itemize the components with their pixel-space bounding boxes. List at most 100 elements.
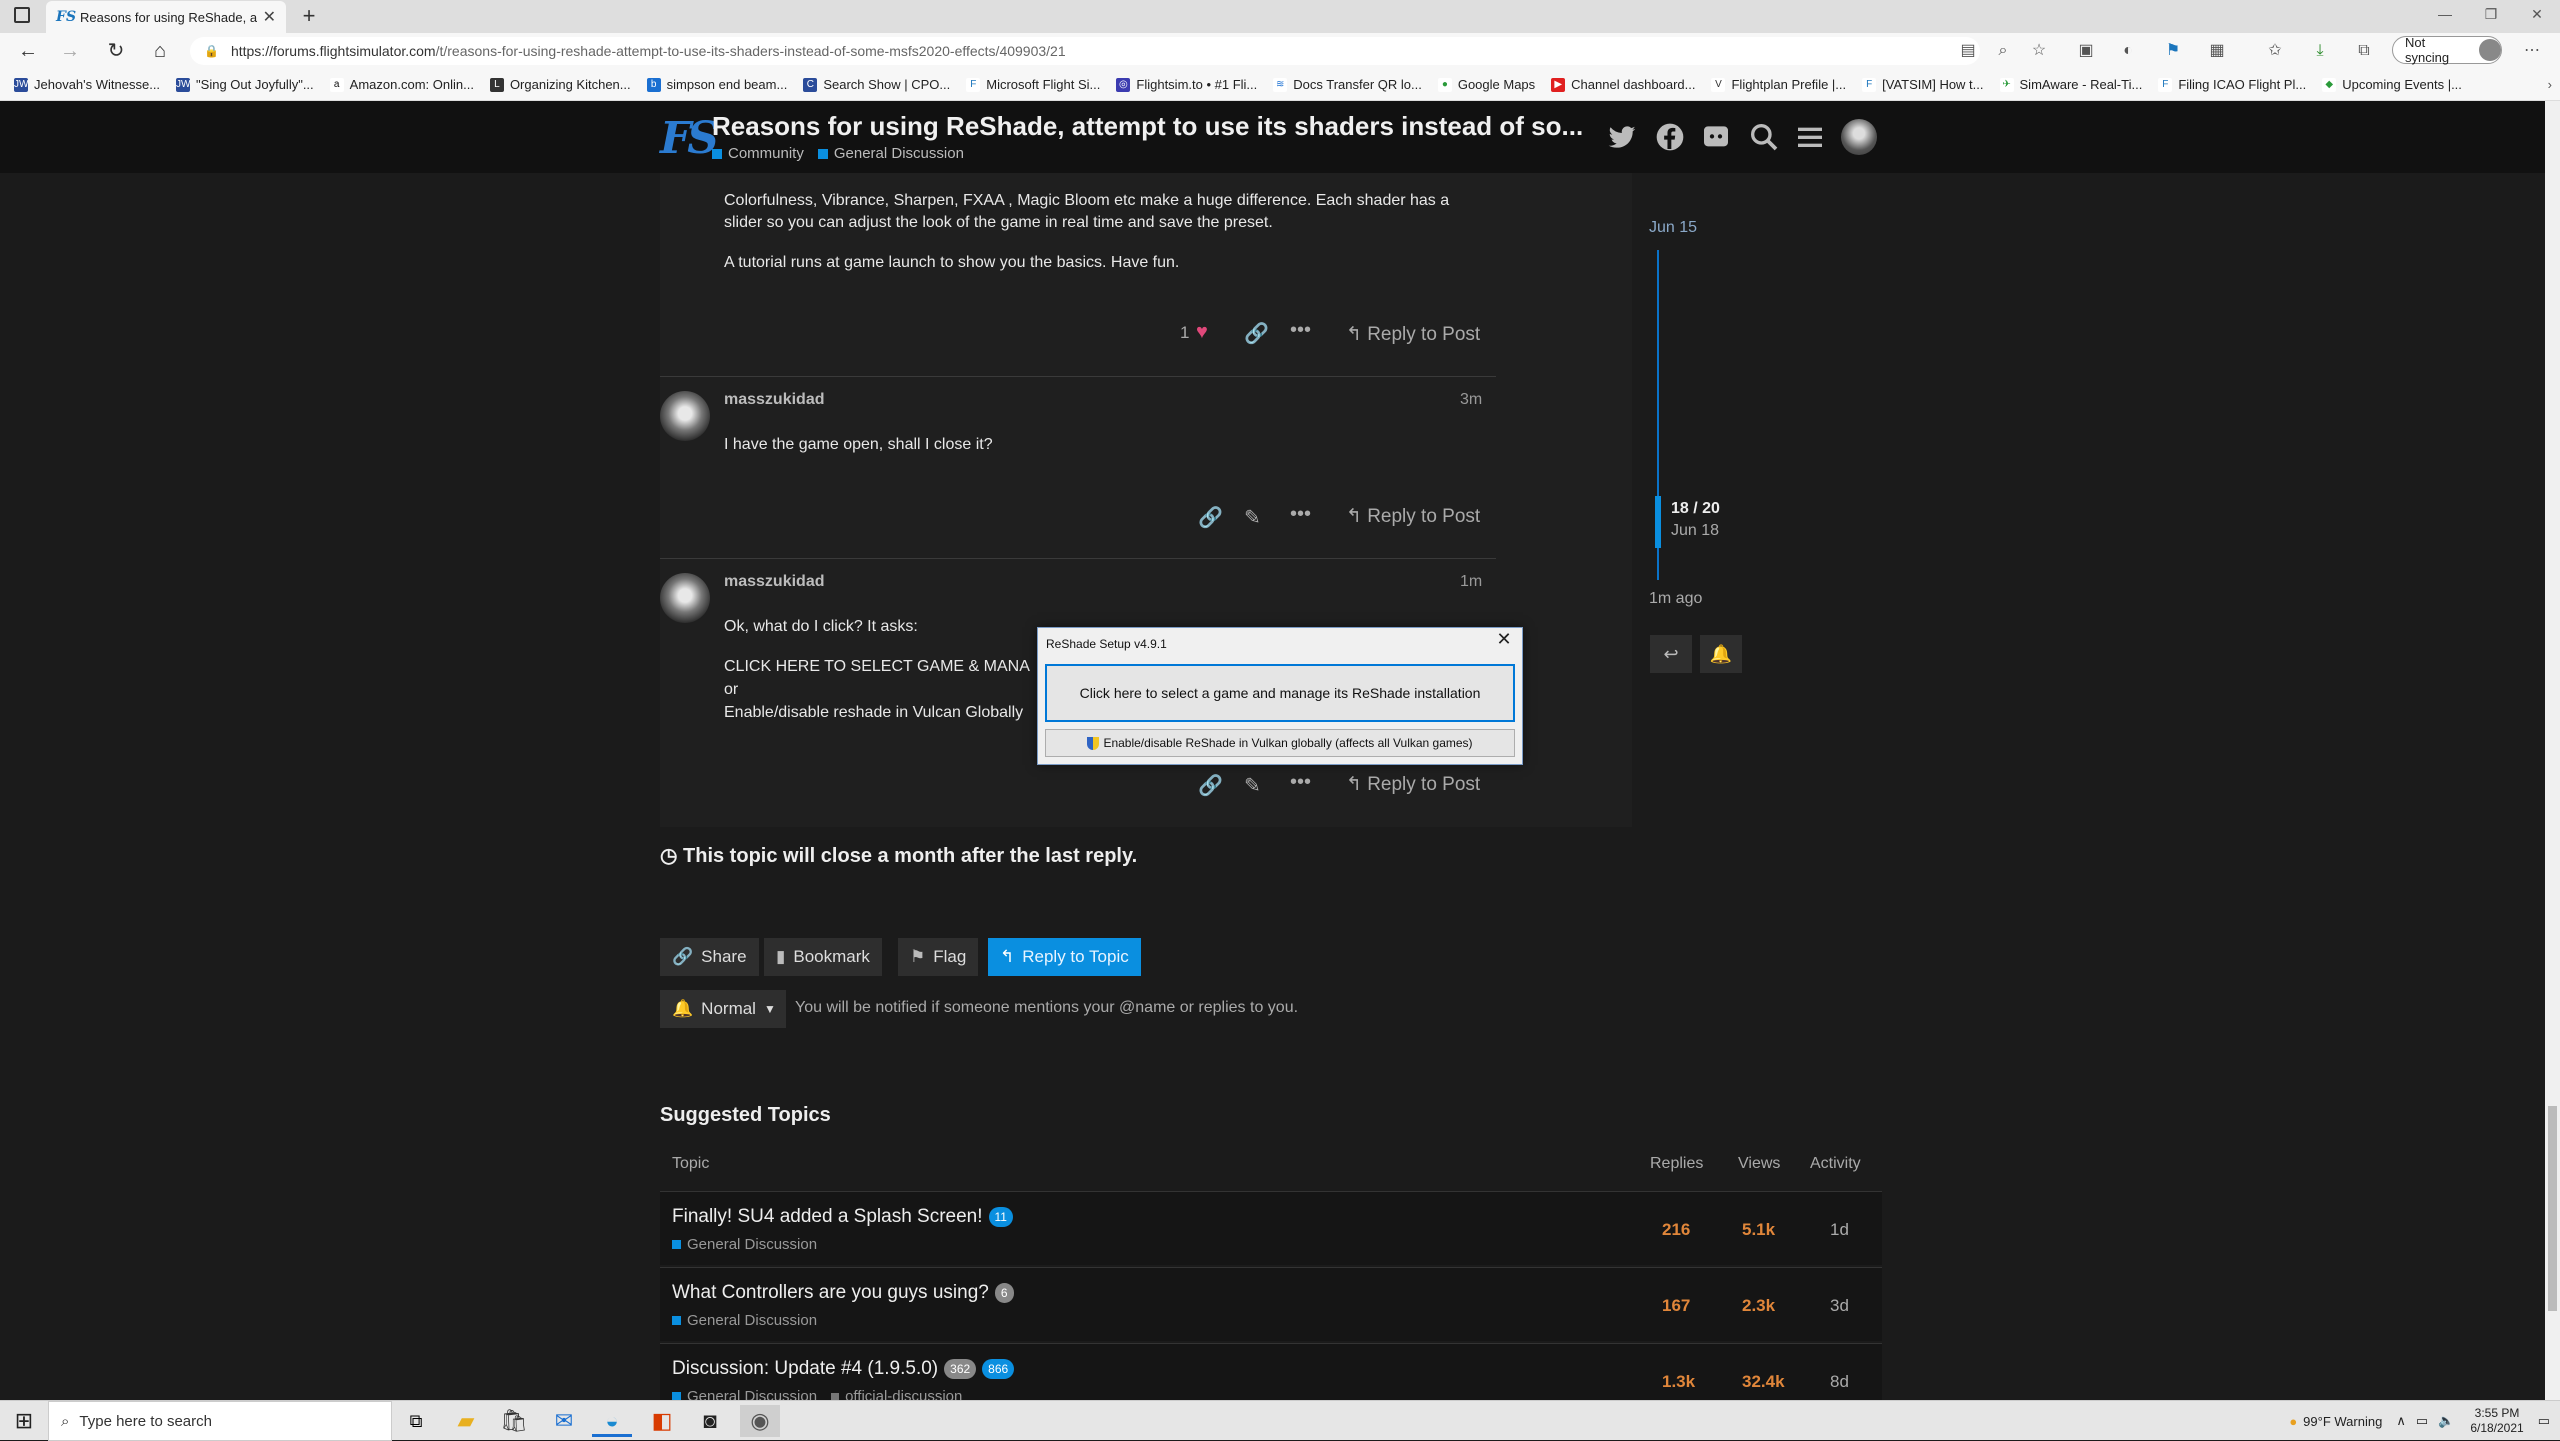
tab-actions-icon[interactable] [14,7,30,23]
user-avatar[interactable] [1841,119,1877,155]
more-actions-icon[interactable]: ••• [1290,771,1311,794]
bookmark-item[interactable]: JW "Sing Out Joyfully"... [176,77,314,92]
bookmark-item[interactable]: F Microsoft Flight Si... [966,77,1100,92]
hamburger-menu-icon[interactable] [1794,121,1826,153]
topic-link[interactable]: Finally! SU4 added a Splash Screen! [672,1206,983,1228]
discord-icon[interactable] [1700,121,1732,153]
tab-close-icon[interactable]: ✕ [263,7,276,27]
topic-title[interactable]: Reasons for using ReShade, attempt to us… [712,111,1583,142]
topic-link[interactable]: What Controllers are you guys using? [672,1282,989,1304]
bookmark-item[interactable]: a Amazon.com: Onlin... [329,77,474,92]
bookmark-item[interactable]: ✈ SimAware - Real-Ti... [1999,77,2142,92]
lock-icon[interactable]: 🔒 [204,44,219,58]
reply-to-post-button[interactable]: ↰ Reply to Post [1346,773,1480,796]
extension-icon[interactable]: ◐ [2118,41,2138,61]
restore-button[interactable]: ❐ [2468,0,2514,30]
post-avatar[interactable] [660,573,710,623]
twitter-icon[interactable] [1606,121,1638,153]
store-icon[interactable]: 🛍 [494,1405,534,1437]
topic-activity[interactable]: 1d [1830,1220,1849,1240]
collections-icon[interactable]: ⧉ [2354,41,2374,61]
flightsim-logo[interactable]: FS [660,113,719,164]
forward-button[interactable]: → [56,37,84,65]
reshade-app-icon[interactable]: ◉ [740,1405,780,1437]
facebook-icon[interactable] [1654,121,1686,153]
edit-icon[interactable]: ✎ [1244,505,1261,530]
zoom-icon[interactable]: ⌕ [1993,41,2013,61]
page-scrollbar[interactable] [2545,101,2560,1400]
downloads-icon[interactable]: ⤓ [2310,41,2330,61]
mail-icon[interactable]: ✉ [544,1405,584,1437]
network-icon[interactable]: ▭ [2416,1413,2428,1429]
topic-link[interactable]: Discussion: Update #4 (1.9.5.0) [672,1358,938,1380]
more-actions-icon[interactable]: ••• [1290,319,1311,342]
edit-icon[interactable]: ✎ [1244,773,1261,798]
search-icon[interactable] [1748,121,1780,153]
timeline-reply-button[interactable]: ↩ [1650,635,1692,673]
header-views[interactable]: Views [1738,1155,1780,1173]
post-avatar[interactable] [660,391,710,441]
topic-row[interactable]: Discussion: Update #4 (1.9.5.0) 362 866 Ge… [660,1343,1882,1400]
extension-icon[interactable]: ⚑ [2163,41,2183,61]
scrollbar-thumb[interactable] [2548,1106,2557,1311]
more-menu-icon[interactable]: ⋯ [2522,41,2542,61]
timeline-start-date[interactable]: Jun 15 [1649,219,1697,237]
bookmarks-overflow-icon[interactable]: › [2548,77,2552,92]
refresh-button[interactable]: ↻ [102,37,130,65]
reply-to-topic-button[interactable]: ↰ Reply to Topic [988,938,1141,976]
topic-row[interactable]: Finally! SU4 added a Splash Screen! 11 Ge… [660,1191,1882,1265]
topic-tag[interactable]: official-discussion [845,1388,962,1400]
bookmark-item[interactable]: ◆ Upcoming Events |... [2322,77,2462,92]
new-posts-badge[interactable]: 362 [944,1359,977,1379]
extension-icon[interactable]: ▣ [2076,41,2096,61]
category-general-discussion[interactable]: General Discussion [817,145,964,162]
reply-to-post-button[interactable]: ↰ Reply to Post [1346,323,1480,346]
post-time[interactable]: 1m [1460,573,1482,591]
vulkan-toggle-button[interactable]: Enable/disable ReShade in Vulkan globall… [1045,729,1515,757]
link-icon[interactable]: 🔗 [1198,505,1223,530]
new-posts-badge[interactable]: 6 [994,1283,1014,1303]
link-icon[interactable]: 🔗 [1198,773,1223,798]
more-actions-icon[interactable]: ••• [1290,503,1311,526]
office-icon[interactable]: ◧ [642,1405,682,1437]
weather-text[interactable]: 99°F Warning [2303,1414,2382,1429]
volume-icon[interactable]: 🔈 [2438,1413,2454,1429]
app-icon[interactable]: ◙ [690,1405,730,1437]
bookmark-item[interactable]: ▶ Channel dashboard... [1551,77,1695,92]
file-explorer-icon[interactable]: ▰ [446,1405,486,1437]
bookmark-item[interactable]: L Organizing Kitchen... [489,77,631,92]
extension-icon[interactable]: ▦ [2207,41,2227,61]
clock[interactable]: 3:55 PM 6/18/2021 [2470,1406,2523,1436]
bookmark-item[interactable]: b simpson end beam... [646,77,787,92]
close-window-button[interactable]: ✕ [2514,0,2560,30]
heart-icon[interactable]: ♥ [1196,321,1208,344]
bookmark-item[interactable]: ≋ Docs Transfer QR lo... [1273,77,1422,92]
reply-to-post-button[interactable]: ↰ Reply to Post [1346,505,1480,528]
bookmark-item[interactable]: JW Jehovah's Witnesse... [14,77,160,92]
post-username[interactable]: masszukidad [724,391,824,409]
topic-activity[interactable]: 8d [1830,1372,1849,1392]
bookmark-item[interactable]: V Flightplan Prefile |... [1711,77,1846,92]
notification-level-dropdown[interactable]: 🔔 Normal ▼ [660,990,786,1028]
timeline-end-date[interactable]: 1m ago [1649,590,1702,608]
bookmark-item[interactable]: ● Google Maps [1437,77,1535,92]
flag-button[interactable]: ⚑ Flag [898,938,979,976]
timeline-notification-button[interactable]: 🔔 [1700,635,1742,673]
share-button[interactable]: 🔗 Share [660,938,759,976]
windows-start-icon[interactable]: ⊞ [4,1405,44,1437]
task-view-icon[interactable]: ⧉ [396,1405,436,1437]
reader-view-icon[interactable]: ▤ [1958,41,1978,61]
favorite-add-icon[interactable]: ☆ [2029,41,2049,61]
select-game-button[interactable]: Click here to select a game and manage i… [1045,664,1515,722]
header-replies[interactable]: Replies [1650,1155,1703,1173]
bookmark-button[interactable]: ▮ Bookmark [764,938,882,976]
timeline-handle[interactable] [1655,496,1661,548]
bookmark-item[interactable]: C Search Show | CPO... [803,77,950,92]
favorites-icon[interactable]: ✩ [2265,41,2285,61]
notification-center-icon[interactable]: ▭ [2538,1413,2550,1429]
topic-category[interactable]: General Discussion [687,1388,817,1400]
dialog-close-icon[interactable]: ✕ [1492,629,1516,650]
topic-row[interactable]: What Controllers are you guys using? 6 Ge… [660,1267,1882,1341]
bookmark-item[interactable]: ◎ Flightsim.to • #1 Fli... [1116,77,1257,92]
home-button[interactable]: ⌂ [146,37,174,65]
